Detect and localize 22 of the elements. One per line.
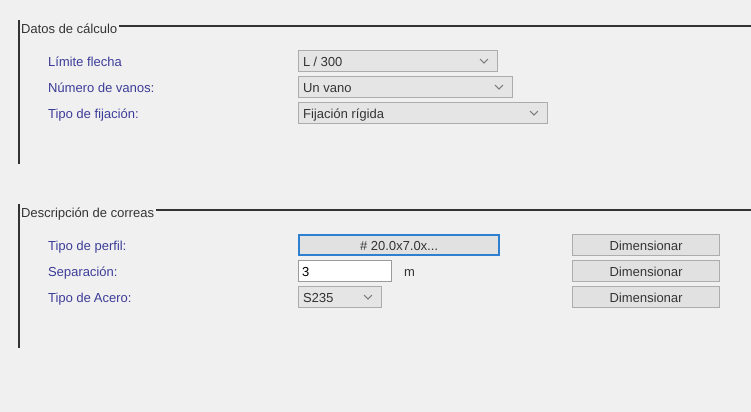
input-field[interactable]: 3 (298, 260, 392, 282)
group-title: Datos de cálculo (20, 20, 118, 38)
field-label: Límite flecha (48, 54, 123, 68)
dropdown[interactable]: S235 (298, 286, 382, 308)
chevron-down-icon (529, 110, 539, 116)
unit-label: m (404, 264, 415, 278)
dropdown[interactable]: L / 300 (298, 50, 498, 72)
chevron-down-icon (479, 58, 489, 64)
group-title: Descripción de correas (20, 204, 155, 222)
profile-button[interactable]: # 20.0x7.0x... (298, 234, 500, 256)
dimension-button[interactable]: Dimensionar (572, 260, 720, 282)
field-label: Tipo de fijación: (48, 106, 140, 120)
chevron-down-icon (494, 84, 504, 90)
dimension-button[interactable]: Dimensionar (572, 286, 720, 308)
field-label: Número de vanos: (48, 80, 156, 94)
chevron-down-icon (363, 294, 373, 300)
dropdown[interactable]: Fijación rígida (298, 102, 548, 124)
dimension-button[interactable]: Dimensionar (572, 234, 720, 256)
field-label: Separación: (48, 264, 118, 278)
field-label: Tipo de perfil: (48, 238, 128, 252)
dropdown[interactable]: Un vano (298, 76, 513, 98)
field-label: Tipo de Acero: (48, 290, 132, 304)
